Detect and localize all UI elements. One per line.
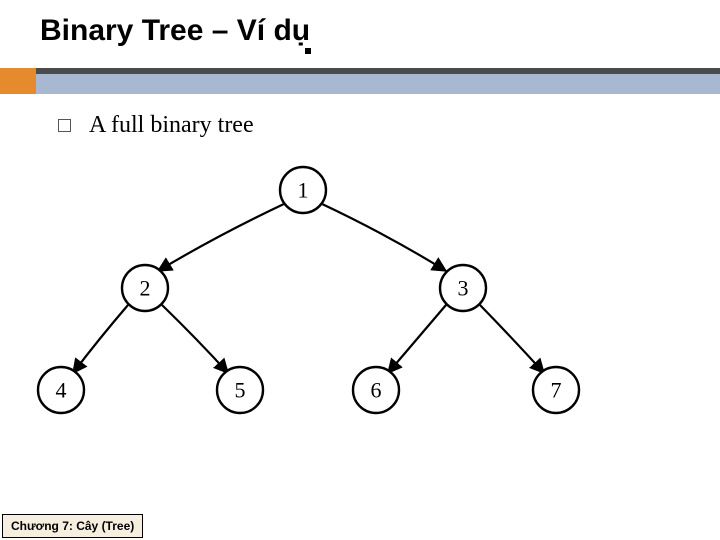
diacritic-dot — [305, 48, 311, 54]
node-3: 3 — [440, 265, 486, 311]
node-2: 2 — [122, 265, 168, 311]
node-5: 5 — [217, 367, 263, 413]
rule-blue — [0, 74, 720, 94]
node-4-label: 4 — [56, 378, 67, 403]
node-2-label: 2 — [140, 276, 151, 301]
node-5-label: 5 — [235, 378, 246, 403]
node-1-label: 1 — [298, 178, 309, 203]
binary-tree-diagram: 1 2 3 4 5 — [28, 155, 588, 435]
node-4: 4 — [38, 367, 84, 413]
tree-svg: 1 2 3 4 5 — [28, 155, 588, 435]
title-rule — [0, 68, 720, 94]
tree-nodes: 1 2 3 4 5 — [38, 167, 579, 413]
slide-title: Binary Tree – Ví dụ — [40, 14, 310, 48]
bullet-icon — [58, 119, 71, 132]
footer-text: Chương 7: Cây (Tree) — [11, 519, 134, 533]
node-6-label: 6 — [371, 378, 382, 403]
node-6: 6 — [353, 367, 399, 413]
accent-block — [0, 68, 36, 94]
node-3-label: 3 — [458, 276, 469, 301]
node-1: 1 — [280, 167, 326, 213]
footer: Chương 7: Cây (Tree) — [2, 514, 143, 538]
node-7-label: 7 — [551, 378, 562, 403]
bullet-item: A full binary tree — [58, 112, 254, 139]
node-7: 7 — [533, 367, 579, 413]
bullet-text: A full binary tree — [89, 112, 254, 139]
slide: Binary Tree – Ví dụ A full binary tree — [0, 0, 720, 540]
